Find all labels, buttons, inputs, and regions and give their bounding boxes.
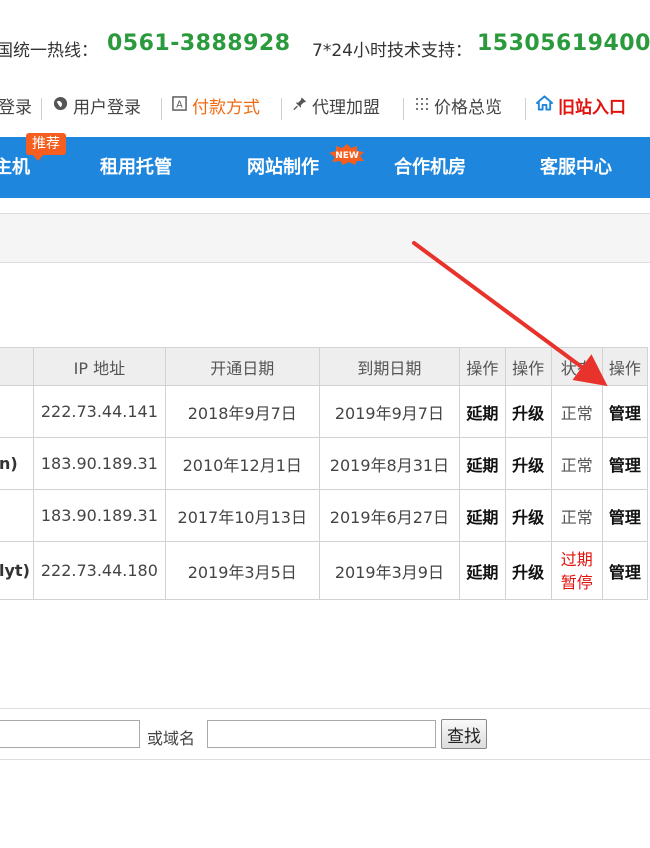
ip-search-input[interactable]: [0, 720, 140, 748]
manage-link[interactable]: 管理: [601, 437, 649, 490]
old-site-label: 旧站入口: [558, 98, 626, 118]
status-expired-text: 过期: [560, 549, 593, 569]
column-header: [0, 347, 34, 386]
upgrade-link[interactable]: 升级: [504, 489, 552, 542]
svg-text:A: A: [176, 99, 183, 110]
status-cell: 正常: [550, 489, 603, 542]
ip-cell: 222.73.44.180: [32, 541, 166, 600]
divider: [41, 98, 42, 120]
login-link-label: 登录: [0, 98, 32, 118]
login-link[interactable]: 登录: [0, 93, 32, 123]
nav-item-rental-hosting[interactable]: 租用托管: [100, 137, 172, 198]
expire-date-cell: 2019年3月9日: [318, 541, 461, 600]
ip-cell: 183.90.189.31: [32, 437, 166, 490]
status-suspended-text: 暂停: [560, 572, 593, 592]
top-links: 登录 用户登录 A 付款方式 代理加盟 价格总览 旧站入口: [0, 93, 650, 123]
agent-join-link[interactable]: 代理加盟: [293, 93, 380, 123]
upgrade-link[interactable]: 升级: [504, 385, 552, 438]
column-header-ip: IP 地址: [32, 347, 166, 386]
divider: [525, 98, 526, 120]
extend-link[interactable]: 延期: [459, 541, 506, 600]
nav-item-web-design[interactable]: 网站制作: [247, 137, 319, 198]
divider: [281, 98, 282, 120]
main-nav: 主机 租用托管 网站制作 合作机房 客服中心: [0, 137, 650, 198]
status-cell: 正常: [550, 437, 603, 490]
pin-icon: [293, 91, 307, 121]
status-cell-expired: 过期 暂停: [550, 541, 603, 600]
hotline-bar: 国统一热线： 0561-3888928 7*24小时技术支持： 15305619…: [0, 0, 650, 95]
grid-icon: [415, 91, 429, 121]
nav-item-partner-datacenter[interactable]: 合作机房: [394, 137, 466, 198]
column-header-expire-date: 到期日期: [318, 347, 461, 386]
support-label: 7*24小时技术支持：: [312, 41, 472, 61]
open-date-cell: 2019年3月5日: [164, 541, 320, 600]
divider: [403, 98, 404, 120]
status-cell: 正常: [550, 385, 603, 438]
payment-method-label: 付款方式: [192, 98, 260, 118]
hotline-number: 0561-3888928: [107, 31, 291, 56]
domain-search-input[interactable]: [207, 720, 436, 748]
extend-link[interactable]: 延期: [459, 385, 506, 438]
support-number: 15305619400: [477, 31, 650, 56]
column-header-action: 操作: [504, 347, 552, 386]
host-name-cell: lyt): [0, 541, 34, 600]
breadcrumb-strip: [0, 213, 650, 263]
ip-cell: 183.90.189.31: [32, 489, 166, 542]
host-table: IP 地址 开通日期 到期日期 操作 操作 状态 操作 222.73.44.14…: [0, 347, 649, 600]
extend-link[interactable]: 延期: [459, 437, 506, 490]
divider: [161, 98, 162, 120]
old-site-link[interactable]: 旧站入口: [536, 93, 626, 123]
host-name-cell: [0, 489, 34, 542]
new-badge-text: NEW: [335, 151, 359, 161]
table-row: lyt) 222.73.44.180 2019年3月5日 2019年3月9日 延…: [0, 541, 649, 600]
manage-link[interactable]: 管理: [601, 489, 649, 542]
nav-item-customer-service[interactable]: 客服中心: [540, 137, 612, 198]
payment-method-link[interactable]: A 付款方式: [172, 93, 260, 123]
price-overview-label: 价格总览: [434, 98, 502, 118]
home-icon: [536, 91, 553, 121]
manage-link[interactable]: 管理: [601, 541, 649, 600]
ip-cell: 222.73.44.141: [32, 385, 166, 438]
extend-link[interactable]: 延期: [459, 489, 506, 542]
column-header-action: 操作: [459, 347, 506, 386]
table-row: 183.90.189.31 2017年10月13日 2019年6月27日 延期 …: [0, 489, 649, 542]
open-date-cell: 2018年9月7日: [164, 385, 320, 438]
new-badge: NEW: [326, 143, 368, 169]
open-date-cell: 2010年12月1日: [164, 437, 320, 490]
globe-icon: [53, 91, 68, 121]
host-name-cell: [0, 385, 34, 438]
user-login-link[interactable]: 用户登录: [53, 93, 141, 123]
user-login-label: 用户登录: [73, 98, 141, 118]
find-button[interactable]: 查找: [441, 719, 487, 749]
payment-icon: A: [172, 91, 187, 121]
recommend-badge: 推荐: [26, 133, 66, 161]
upgrade-link[interactable]: 升级: [504, 541, 552, 600]
table-row: n) 183.90.189.31 2010年12月1日 2019年8月31日 延…: [0, 437, 649, 490]
table-row: 222.73.44.141 2018年9月7日 2019年9月7日 延期 升级 …: [0, 385, 649, 438]
table-header-row: IP 地址 开通日期 到期日期 操作 操作 状态 操作: [0, 347, 649, 386]
column-header-open-date: 开通日期: [164, 347, 320, 386]
expire-date-cell: 2019年9月7日: [318, 385, 461, 438]
column-header-status: 状态: [550, 347, 603, 386]
price-overview-link[interactable]: 价格总览: [415, 93, 502, 123]
upgrade-link[interactable]: 升级: [504, 437, 552, 490]
hotline-label: 国统一热线：: [0, 41, 98, 61]
column-header-action: 操作: [601, 347, 649, 386]
or-domain-label: 或域名: [147, 729, 196, 748]
host-name-cell: n): [0, 437, 34, 490]
expire-date-cell: 2019年8月31日: [318, 437, 461, 490]
search-bar: 或域名 查找: [0, 708, 650, 760]
expire-date-cell: 2019年6月27日: [318, 489, 461, 542]
agent-join-label: 代理加盟: [312, 98, 380, 118]
manage-link[interactable]: 管理: [601, 385, 649, 438]
open-date-cell: 2017年10月13日: [164, 489, 320, 542]
